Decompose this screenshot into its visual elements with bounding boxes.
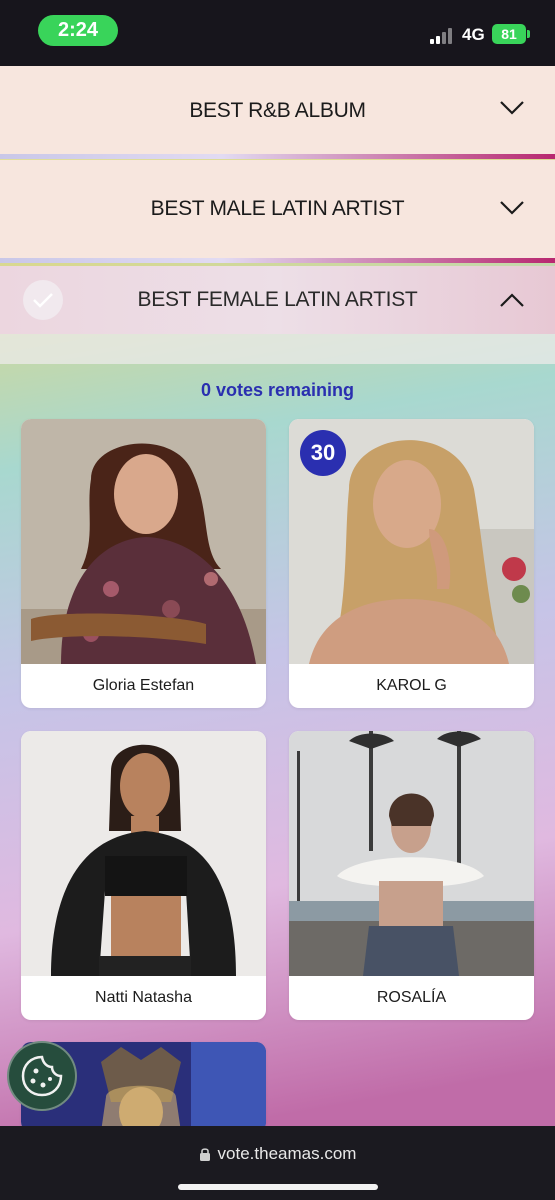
nominee-photo [289, 731, 534, 976]
status-bar: 2:24 4G 81 [0, 0, 555, 66]
cookie-icon [21, 1055, 63, 1097]
category-best-male-latin-artist[interactable]: BEST MALE LATIN ARTIST [0, 160, 555, 258]
nominee-card-natti-natasha[interactable]: Natti Natasha [21, 731, 266, 1020]
votes-remaining: 0 votes remaining [200, 380, 355, 400]
category-title: BEST MALE LATIN ARTIST [150, 197, 405, 220]
divider [0, 258, 555, 263]
url-text: vote.theamas.com [217, 1144, 357, 1163]
category-best-female-latin-artist[interactable]: BEST FEMALE LATIN ARTIST [0, 266, 555, 334]
divider [0, 154, 555, 159]
section-band [0, 334, 555, 364]
nominee-name: Natti Natasha [95, 989, 192, 1006]
nominee-photo [21, 419, 266, 664]
nominee-name: ROSALÍA [376, 989, 447, 1006]
chevron-up-icon [500, 293, 524, 307]
chevron-down-icon [500, 201, 524, 215]
cookie-settings-button[interactable] [7, 1041, 77, 1111]
nominee-card-gloria-estefan[interactable]: Gloria Estefan [21, 419, 266, 708]
battery-icon: 81 [492, 24, 530, 44]
status-time: 2:24 [38, 15, 118, 46]
home-indicator[interactable] [178, 1184, 378, 1190]
browser-url-bar[interactable]: vote.theamas.com [0, 1126, 555, 1200]
nominee-card-rosalia[interactable]: ROSALÍA [289, 731, 534, 1020]
checkmark-icon [23, 280, 63, 320]
signal-icon [430, 26, 456, 44]
ballot-page: BEST R&B ALBUM BEST MALE LATIN ARTIST BE… [0, 66, 555, 1126]
nominee-name: Gloria Estefan [92, 677, 195, 694]
category-best-rb-album[interactable]: BEST R&B ALBUM [0, 66, 555, 156]
network-type: 4G [462, 25, 485, 44]
lock-icon [199, 1147, 210, 1161]
nominee-name: KAROL G [376, 677, 447, 694]
vote-count-badge: 30 [300, 430, 346, 476]
url-display: vote.theamas.com [0, 1144, 555, 1164]
nominee-photo [21, 731, 266, 976]
chevron-down-icon [500, 101, 524, 115]
category-title: BEST FEMALE LATIN ARTIST [137, 288, 418, 311]
category-title: BEST R&B ALBUM [189, 99, 366, 122]
nominee-card-karol-g[interactable]: 30 KAROL G [289, 419, 534, 708]
